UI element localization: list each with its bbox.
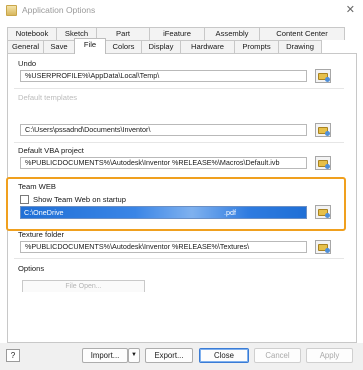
export-button[interactable]: Export... (145, 348, 193, 363)
team-web-label: Team WEB (18, 182, 56, 191)
undo-browse-button[interactable] (315, 69, 331, 83)
tab-content-center[interactable]: Content Center (259, 27, 345, 40)
tab-prompts[interactable]: Prompts (234, 40, 279, 53)
show-team-web-checkbox[interactable] (20, 195, 29, 204)
team-web-path-suffix: .pdf (224, 208, 236, 217)
application-options-icon (6, 5, 17, 16)
tab-display[interactable]: Display (141, 40, 181, 53)
separator (14, 142, 344, 143)
tab-row-top: Notebook Sketch Part iFeature Assembly C… (7, 27, 357, 40)
window-title: Application Options (22, 5, 96, 15)
vba-path-field[interactable]: %PUBLICDOCUMENTS%\Autodesk\Inventor %REL… (20, 157, 307, 169)
tab-save[interactable]: Save (43, 40, 75, 53)
team-web-highlight (6, 177, 346, 231)
close-button[interactable]: Close (199, 348, 249, 363)
close-icon[interactable]: ✕ (346, 3, 355, 16)
separator (14, 258, 344, 259)
templates-label: Default templates (18, 93, 78, 102)
vba-browse-button[interactable] (315, 156, 331, 170)
team-web-path-field[interactable]: C:\OneDrive .pdf (20, 206, 307, 219)
tab-drawing[interactable]: Drawing (278, 40, 322, 53)
separator (14, 88, 344, 89)
folder-browse-icon (318, 159, 330, 169)
texture-label: Texture folder (18, 230, 65, 239)
apply-button[interactable]: Apply (306, 348, 353, 363)
team-web-browse-button[interactable] (315, 205, 331, 219)
tab-hardware[interactable]: Hardware (180, 40, 235, 53)
tab-ifeature[interactable]: iFeature (149, 27, 205, 40)
texture-path-field[interactable]: %PUBLICDOCUMENTS%\Autodesk\Inventor %REL… (20, 241, 307, 253)
tab-colors[interactable]: Colors (105, 40, 142, 53)
file-open-options-button[interactable]: File Open... (22, 280, 145, 292)
title-bar: Application Options ✕ (0, 0, 363, 22)
folder-browse-icon (318, 243, 330, 253)
folder-browse-icon (318, 72, 330, 82)
vba-label: Default VBA project (18, 146, 84, 155)
tab-row-bottom: General Save File Colors Display Hardwar… (7, 38, 357, 54)
folder-browse-icon (318, 126, 330, 136)
folder-browse-icon (318, 208, 330, 218)
cancel-button[interactable]: Cancel (254, 348, 301, 363)
import-menu-button[interactable]: ▼ (128, 348, 140, 363)
import-button[interactable]: Import... (82, 348, 128, 363)
tab-notebook[interactable]: Notebook (7, 27, 57, 40)
templates-path-field[interactable]: C:\Users\pssadnd\Documents\Inventor\ (20, 124, 307, 136)
tab-file[interactable]: File (74, 38, 106, 54)
texture-browse-button[interactable] (315, 240, 331, 254)
tab-assembly[interactable]: Assembly (204, 27, 260, 40)
templates-browse-button[interactable] (315, 123, 331, 137)
team-web-path-prefix: C:\OneDrive (24, 208, 64, 217)
tab-general[interactable]: General (7, 40, 44, 53)
undo-path-field[interactable]: %USERPROFILE%\AppData\Local\Temp\ (20, 70, 307, 82)
help-icon[interactable]: ? (6, 349, 20, 362)
show-team-web-label: Show Team Web on startup (33, 195, 127, 204)
undo-label: Undo (18, 59, 37, 68)
options-label: Options (18, 264, 45, 273)
